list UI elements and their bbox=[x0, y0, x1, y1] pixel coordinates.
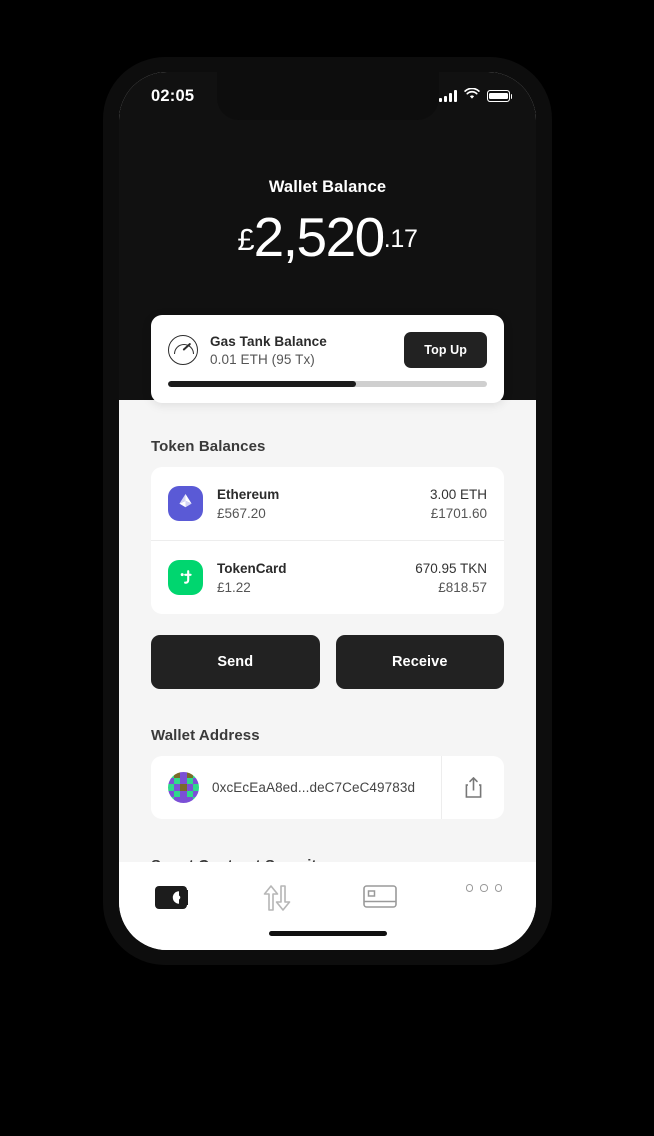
tab-more[interactable] bbox=[432, 884, 536, 892]
screenshot-stage: 02:05 Wallet Balance £2,520.17 Gas Tank … bbox=[0, 0, 654, 1136]
gas-tank-header: Gas Tank Balance 0.01 ETH (95 Tx) Top Up bbox=[168, 332, 487, 368]
token-value: £818.57 bbox=[438, 579, 487, 595]
token-values: 3.00 ETH £1701.60 bbox=[430, 487, 487, 521]
gauge-icon bbox=[168, 335, 198, 365]
tab-wallet[interactable] bbox=[119, 884, 223, 916]
more-dots-icon bbox=[465, 884, 503, 892]
token-balances-card: Ethereum £567.20 3.00 ETH £1701.60 Token… bbox=[151, 467, 504, 614]
phone-screen: 02:05 Wallet Balance £2,520.17 Gas Tank … bbox=[119, 72, 536, 950]
wallet-address-row[interactable]: 0xcEcEaA8ed...deC7CeC49783d bbox=[151, 756, 441, 819]
currency-symbol: £ bbox=[237, 222, 254, 257]
tab-card[interactable] bbox=[328, 884, 432, 914]
wallet-address-card: 0xcEcEaA8ed...deC7CeC49783d bbox=[151, 756, 504, 819]
home-indicator bbox=[268, 931, 387, 936]
wallet-identicon bbox=[168, 772, 199, 803]
token-price: £1.22 bbox=[217, 579, 251, 595]
token-name: Ethereum bbox=[217, 486, 280, 502]
balance-whole: 2,520 bbox=[253, 206, 386, 268]
token-values: 670.95 TKN £818.57 bbox=[415, 561, 487, 595]
wallet-address-heading: Wallet Address bbox=[151, 727, 260, 744]
transfer-arrows-icon bbox=[258, 884, 292, 917]
token-value: £1701.60 bbox=[430, 505, 487, 521]
token-name: TokenCard bbox=[217, 560, 287, 576]
page-title: Wallet Balance bbox=[268, 178, 387, 196]
gas-tank-text: Gas Tank Balance 0.01 ETH (95 Tx) bbox=[210, 334, 404, 367]
action-buttons: Send Receive bbox=[151, 635, 504, 689]
top-up-button[interactable]: Top Up bbox=[404, 332, 487, 368]
gas-tank-progress-track bbox=[168, 381, 487, 387]
gas-tank-title: Gas Tank Balance bbox=[210, 333, 327, 349]
gas-tank-subtitle: 0.01 ETH (95 Tx) bbox=[210, 351, 315, 367]
wallet-icon bbox=[154, 884, 189, 916]
table-row[interactable]: TokenCard £1.22 670.95 TKN £818.57 bbox=[151, 540, 504, 614]
status-icons bbox=[439, 87, 513, 105]
token-info: TokenCard £1.22 bbox=[217, 561, 415, 595]
bottom-navigation bbox=[119, 862, 536, 950]
ethereum-icon bbox=[168, 486, 203, 521]
status-time: 02:05 bbox=[151, 86, 195, 105]
token-info: Ethereum £567.20 bbox=[217, 487, 430, 521]
token-price: £567.20 bbox=[217, 505, 266, 521]
card-icon bbox=[362, 884, 397, 914]
token-balances-heading: Token Balances bbox=[151, 438, 266, 455]
status-bar: 02:05 bbox=[119, 72, 536, 120]
share-icon[interactable] bbox=[441, 756, 504, 819]
wifi-icon bbox=[464, 87, 480, 105]
tab-transfers[interactable] bbox=[223, 884, 327, 917]
token-amount: 670.95 TKN bbox=[415, 560, 487, 576]
phone-frame: 02:05 Wallet Balance £2,520.17 Gas Tank … bbox=[103, 57, 552, 965]
send-button[interactable]: Send bbox=[151, 635, 320, 689]
gas-tank-card[interactable]: Gas Tank Balance 0.01 ETH (95 Tx) Top Up bbox=[151, 315, 504, 403]
token-amount: 3.00 ETH bbox=[429, 486, 487, 502]
table-row[interactable]: Ethereum £567.20 3.00 ETH £1701.60 bbox=[151, 467, 504, 540]
wallet-address-text: 0xcEcEaA8ed...deC7CeC49783d bbox=[212, 780, 416, 795]
cellular-signal-icon bbox=[439, 90, 457, 102]
receive-button[interactable]: Receive bbox=[335, 635, 504, 689]
tokencard-icon bbox=[168, 560, 203, 595]
main-content: Token Balances Ethereum £567.20 3.00 ETH… bbox=[119, 400, 536, 886]
battery-full-icon bbox=[487, 90, 513, 102]
balance-amount: £2,520.17 bbox=[119, 210, 536, 265]
balance-decimal: .17 bbox=[383, 225, 418, 253]
gas-tank-progress-fill bbox=[168, 381, 357, 387]
